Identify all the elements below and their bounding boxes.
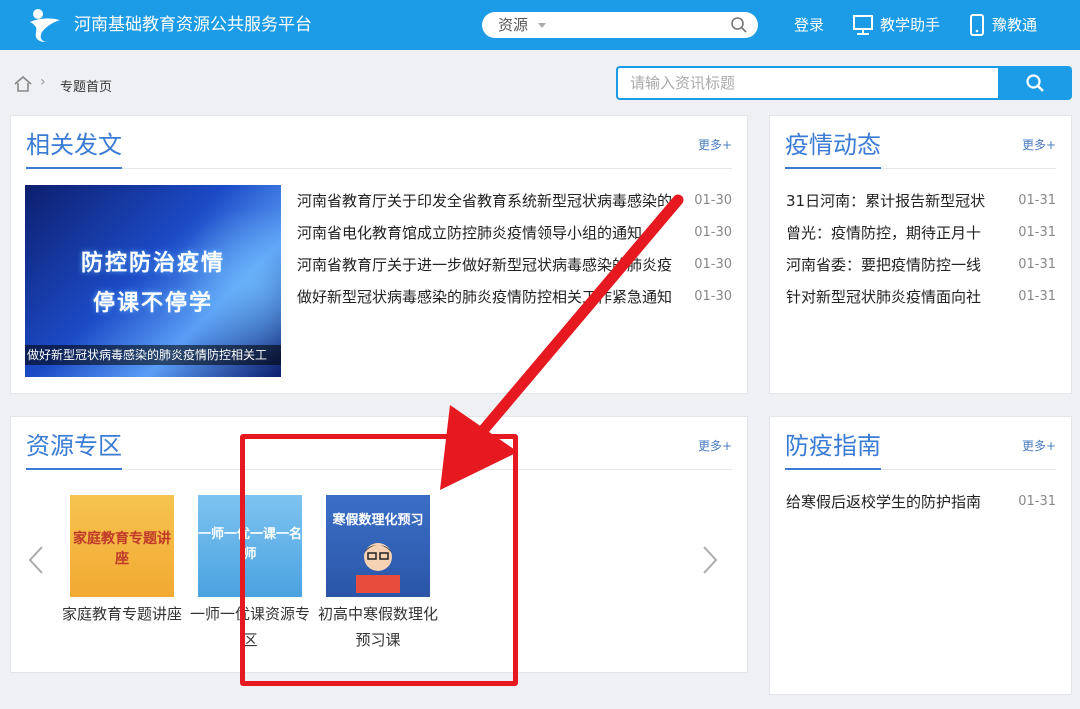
login-link[interactable]: 登录 [794,0,824,50]
more-link[interactable]: 更多+ [698,437,732,454]
annotation-arrow-icon [440,194,684,490]
news-date: 01-31 [1018,257,1056,272]
news-title[interactable]: 河南省委：要把疫情防控一线 [786,249,996,281]
site-logo-icon[interactable] [26,6,66,44]
chevron-down-icon[interactable] [538,23,546,28]
news-date: 01-30 [694,193,732,208]
info-search-button[interactable] [998,66,1072,100]
list-item[interactable]: 针对新型冠状肺炎疫情面向社 01-31 [786,281,1056,313]
panel-title: 疫情动态 [785,128,881,169]
panel-header: 防疫指南 更多+ [785,429,1056,470]
more-link[interactable]: 更多+ [698,136,732,153]
list-item[interactable]: 31日河南：累计报告新型冠状 01-31 [786,185,1056,217]
list-item[interactable]: 给寒假后返校学生的防护指南 01-31 [786,486,1056,518]
home-icon[interactable] [13,75,33,93]
feature-subheadline: 停课不停学 [92,291,213,316]
panel-title: 资源专区 [26,429,122,470]
site-title[interactable]: 河南基础教育资源公共服务平台 [74,0,312,50]
news-title[interactable]: 给寒假后返校学生的防护指南 [786,486,1006,518]
more-link[interactable]: 更多+ [1022,136,1056,153]
feature-headline: 防控防治疫情 [80,251,225,276]
breadcrumb-current[interactable]: 专题首页 [60,76,112,95]
news-date: 01-31 [1018,225,1056,240]
teaching-assistant-link[interactable]: 教学助手 [880,0,940,50]
panel-title: 防疫指南 [785,429,881,470]
list-item[interactable]: 曾光：疫情防控，期待正月十 01-31 [786,217,1056,249]
search-icon[interactable] [730,16,748,34]
news-title[interactable]: 31日河南：累计报告新型冠状 [786,185,996,217]
prevention-guide-panel: 防疫指南 更多+ [769,416,1072,695]
search-category-select[interactable]: 资源 [498,12,528,38]
news-date: 01-31 [1018,193,1056,208]
list-item[interactable]: 河南省委：要把疫情防控一线 01-31 [786,249,1056,281]
more-link[interactable]: 更多+ [1022,437,1056,454]
yujiaotong-link[interactable]: 豫教通 [992,0,1037,50]
news-date: 01-30 [694,289,732,304]
phone-icon[interactable] [966,14,988,36]
news-date: 01-30 [694,225,732,240]
news-date: 01-30 [694,257,732,272]
panel-header: 相关发文 更多+ [26,128,732,169]
thumbnail-text: 家庭教育专题讲座 [73,531,171,567]
news-date: 01-31 [1018,289,1056,304]
info-search-box [616,66,998,100]
feature-image[interactable]: 防控防治疫情 停课不停学 做好新型冠状病毒感染的肺炎疫情防控相关工 [25,185,281,377]
resource-label[interactable]: 家庭教育专题讲座 [62,601,182,627]
news-title[interactable]: 针对新型冠状肺炎疫情面向社 [786,281,996,313]
carousel-prev-icon[interactable] [28,545,44,575]
search-icon [1026,74,1044,92]
resource-thumbnail[interactable]: 家庭教育专题讲座 [70,495,174,597]
news-date: 01-31 [1018,494,1056,509]
resource-tile[interactable]: 家庭教育专题讲座 家庭教育专题讲座 [62,495,182,627]
carousel-next-icon[interactable] [702,545,718,575]
info-search-input[interactable] [618,68,998,98]
resource-search-box[interactable]: 资源 [482,12,758,38]
panel-title: 相关发文 [26,128,122,169]
monitor-icon[interactable] [852,14,874,36]
panel-header: 疫情动态 更多+ [785,128,1056,169]
breadcrumb-separator-icon: › [40,74,46,90]
top-header: 河南基础教育资源公共服务平台 资源 登录 教学助手 豫教通 [0,0,1080,50]
feature-caption[interactable]: 做好新型冠状病毒感染的肺炎疫情防控相关工 [25,345,281,365]
news-title[interactable]: 曾光：疫情防控，期待正月十 [786,217,996,249]
